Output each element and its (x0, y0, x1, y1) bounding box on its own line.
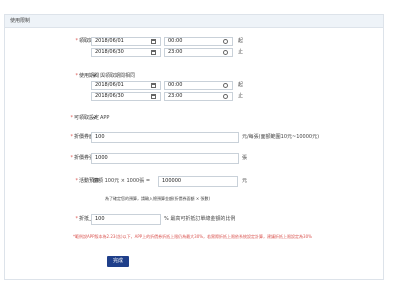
calendar-icon[interactable] (151, 39, 156, 44)
budget-input[interactable]: 100000 (158, 176, 238, 187)
panel-title: 使用限制 (5, 15, 383, 28)
usage-restriction-panel: 使用限制 *領取期間 2018/06/01 00:00 起 2018/06/30… (4, 14, 384, 280)
discount-amount-unit: 元/每張(面額範圍10元~10000元) (242, 134, 320, 140)
same-as-collect-checkbox[interactable]: ✔ (93, 74, 98, 79)
budget-formula: 面額 100元 × 1000張 = (93, 178, 151, 184)
percent-limit-label: *折抵上限 (75, 216, 99, 222)
collect-start-suffix: 起 (238, 38, 244, 44)
percent-limit-unit: % 最高可折抵訂單總金額的比例 (164, 216, 236, 222)
use-end-suffix: 止 (238, 93, 244, 99)
collect-end-suffix: 止 (238, 49, 244, 55)
percent-limit-input[interactable]: 100 (91, 214, 161, 225)
calendar-icon[interactable] (151, 94, 156, 99)
discount-count-label: *折價券張數 (70, 155, 99, 161)
clock-icon[interactable] (223, 83, 228, 88)
budget-unit: 元 (242, 178, 248, 184)
platform-label: *可領取設定 (70, 115, 99, 121)
submit-button[interactable]: 完成 (107, 256, 129, 267)
calendar-icon[interactable] (151, 50, 156, 55)
discount-count-unit: 張 (242, 155, 248, 161)
app-checkbox[interactable]: ✔ (93, 116, 98, 121)
budget-label: *活動預算 (75, 178, 99, 184)
discount-amount-input[interactable]: 100 (91, 132, 239, 143)
discount-count-input[interactable]: 1000 (91, 153, 239, 164)
warning-note: *範例說APP版本為2.23(含)以下，APP上的折價券折抵上限仍為最大30%，… (73, 234, 312, 239)
same-as-collect-label: 與領取期間相同 (100, 73, 136, 79)
budget-note: 為了確定您的預算，請輸入總預算金額(折價券面額 × 張數) (105, 196, 211, 201)
app-option-label: APP (100, 115, 110, 121)
clock-icon[interactable] (223, 39, 228, 44)
clock-icon[interactable] (223, 94, 228, 99)
use-start-suffix: 起 (238, 82, 244, 88)
calendar-icon[interactable] (151, 83, 156, 88)
collect-period-label: *領取期間 (75, 38, 99, 44)
clock-icon[interactable] (223, 50, 228, 55)
discount-amount-label: *折價券面額 (70, 134, 99, 140)
use-period-label: *使用期間 (75, 73, 99, 79)
